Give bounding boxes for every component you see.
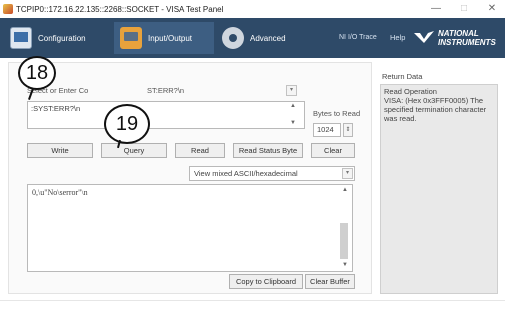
- ni-logo-line2: INSTRUMENTS: [438, 38, 496, 47]
- tab-input-output-label: Input/Output: [148, 33, 193, 43]
- return-data-panel: Return Data Read Operation VISA: (Hex 0x…: [380, 62, 498, 294]
- command-dropdown-arrow-icon[interactable]: ▾: [286, 85, 297, 96]
- write-button[interactable]: Write: [27, 143, 93, 158]
- command-scroll-down-icon[interactable]: ▼: [290, 120, 296, 126]
- clear-button[interactable]: Clear: [311, 143, 355, 158]
- help-link[interactable]: Help: [390, 18, 405, 58]
- maximize-button[interactable]: □: [452, 0, 476, 18]
- tab-advanced[interactable]: Advanced: [222, 18, 286, 58]
- output-area[interactable]: 0,\u"No\serror"\n: [27, 184, 353, 272]
- command-input[interactable]: :SYST:ERR?\n: [27, 101, 305, 129]
- callout-18: 18: [18, 56, 56, 90]
- ni-logo-line1: NATIONAL: [438, 29, 479, 38]
- ni-logo: NATIONAL INSTRUMENTS: [414, 24, 505, 52]
- tab-input-output[interactable]: Input/Output: [120, 18, 192, 58]
- read-button[interactable]: Read: [175, 143, 225, 158]
- tab-configuration[interactable]: Configuration: [10, 18, 86, 58]
- window-title: TCPIP0::172.16.22.135::2268::SOCKET - VI…: [16, 4, 224, 14]
- configuration-icon: [10, 27, 32, 49]
- query-button[interactable]: Query: [101, 143, 167, 158]
- io-panel: Select or Enter Co ST:ERR?\n ▾ :SYST:ERR…: [8, 62, 372, 294]
- callout-19: 19: [104, 104, 150, 144]
- return-data-box: Read Operation VISA: (Hex 0x3FFF0005) Th…: [380, 84, 498, 294]
- view-mode-arrow-icon[interactable]: ▾: [342, 168, 353, 179]
- output-text: 0,\u"No\serror"\n: [32, 188, 88, 197]
- output-scroll-down-icon[interactable]: ▼: [342, 262, 348, 268]
- toolbar: Configuration Input/Output Advanced NI I…: [0, 18, 505, 58]
- close-button[interactable]: ✕: [480, 0, 504, 18]
- command-dropdown-text[interactable]: ST:ERR?\n: [147, 86, 184, 95]
- return-data-label: Return Data: [382, 72, 423, 81]
- title-bar: TCPIP0::172.16.22.135::2268::SOCKET - VI…: [0, 0, 505, 18]
- footer-divider: [0, 300, 505, 301]
- ni-io-trace-link[interactable]: NI I/O Trace: [339, 18, 377, 58]
- minimize-button[interactable]: —: [424, 0, 448, 18]
- bytes-spinner-icon[interactable]: ⇕: [343, 123, 353, 137]
- bytes-to-read-input[interactable]: 1024: [313, 123, 341, 137]
- output-scroll-up-icon[interactable]: ▲: [342, 187, 348, 193]
- app-icon: [3, 4, 13, 14]
- read-status-byte-button[interactable]: Read Status Byte: [233, 143, 303, 158]
- return-data-line2: VISA: (Hex 0x3FFF0005) The specified ter…: [384, 96, 487, 123]
- output-scroll-thumb[interactable]: [340, 223, 348, 259]
- bytes-to-read-label: Bytes to Read: [313, 109, 361, 118]
- clear-buffer-button[interactable]: Clear Buffer: [305, 274, 355, 289]
- tab-configuration-label: Configuration: [38, 33, 86, 43]
- bytes-to-read-value: 1024: [317, 125, 334, 134]
- copy-to-clipboard-button[interactable]: Copy to Clipboard: [229, 274, 303, 289]
- gear-icon: [222, 27, 244, 49]
- view-mode-select[interactable]: View mixed ASCII/hexadecimal: [189, 166, 355, 181]
- tab-advanced-label: Advanced: [250, 33, 286, 43]
- command-input-value: :SYST:ERR?\n: [31, 104, 81, 113]
- view-mode-value: View mixed ASCII/hexadecimal: [194, 169, 298, 178]
- input-output-icon: [120, 27, 142, 49]
- return-data-line1: Read Operation: [384, 87, 437, 96]
- ni-eagle-icon: [414, 31, 434, 43]
- command-scroll-up-icon[interactable]: ▲: [290, 103, 296, 109]
